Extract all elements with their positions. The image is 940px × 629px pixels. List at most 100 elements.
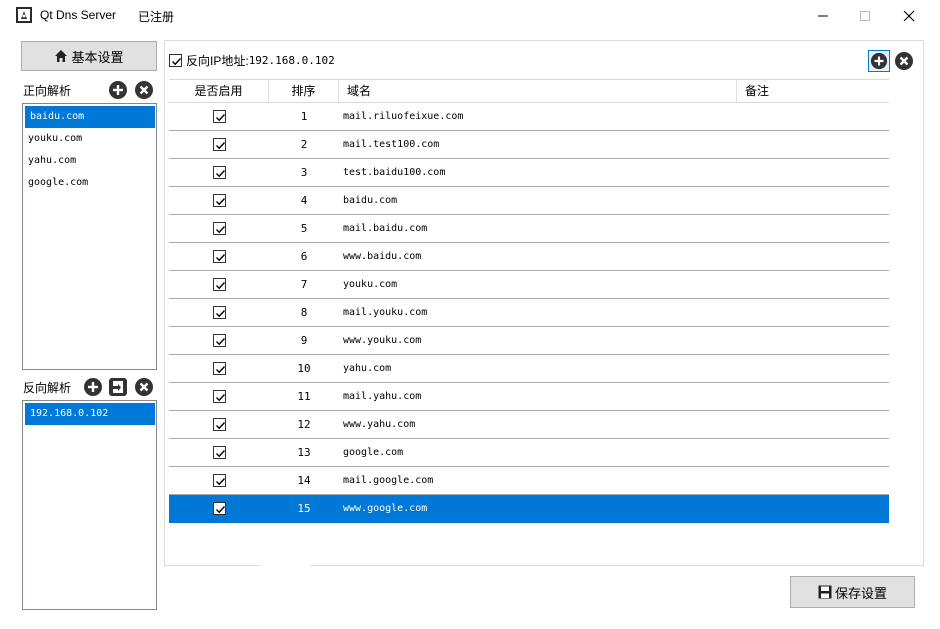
order-cell[interactable]: 7 — [269, 278, 339, 291]
forward-list-item[interactable]: baidu.com — [25, 106, 155, 128]
table-add-button[interactable] — [868, 50, 890, 72]
enabled-cell[interactable] — [169, 278, 269, 291]
enabled-checkbox[interactable] — [212, 306, 226, 319]
order-cell[interactable]: 12 — [269, 418, 339, 431]
reverse-ip-checkbox[interactable] — [169, 54, 182, 67]
enabled-cell[interactable] — [169, 390, 269, 403]
enabled-checkbox[interactable] — [212, 418, 226, 431]
table-row[interactable]: 14 mail.google.com — [169, 467, 889, 495]
order-cell[interactable]: 4 — [269, 194, 339, 207]
order-cell[interactable]: 9 — [269, 334, 339, 347]
enabled-checkbox[interactable] — [212, 502, 226, 515]
forward-remove-button[interactable] — [133, 79, 155, 101]
order-cell[interactable]: 8 — [269, 306, 339, 319]
domain-table[interactable]: 是否启用 排序 域名 备注 1 mail.riluofeixue.com 2 mail… — [169, 79, 889, 523]
enabled-cell[interactable] — [169, 362, 269, 375]
enabled-cell[interactable] — [169, 250, 269, 263]
domain-cell[interactable]: www.baidu.com — [339, 251, 737, 262]
enabled-cell[interactable] — [169, 222, 269, 235]
header-domain[interactable]: 域名 — [339, 80, 737, 102]
enabled-cell[interactable] — [169, 418, 269, 431]
maximize-button[interactable] — [842, 0, 888, 32]
reverse-ip-list[interactable]: 192.168.0.102 — [22, 400, 157, 610]
enabled-cell[interactable] — [169, 138, 269, 151]
table-row[interactable]: 3 test.baidu100.com — [169, 159, 889, 187]
forward-list-item[interactable]: google.com — [23, 172, 156, 194]
enabled-checkbox[interactable] — [212, 362, 226, 375]
domain-cell[interactable]: www.google.com — [339, 503, 737, 514]
reverse-remove-button[interactable] — [133, 376, 155, 398]
domain-cell[interactable]: google.com — [339, 447, 737, 458]
reverse-import-button[interactable] — [107, 376, 129, 398]
enabled-cell[interactable] — [169, 502, 269, 515]
enabled-checkbox[interactable] — [212, 446, 226, 459]
save-settings-button[interactable]: 保存设置 — [790, 576, 915, 608]
order-cell[interactable]: 15 — [269, 502, 339, 515]
table-row[interactable]: 9 www.youku.com — [169, 327, 889, 355]
enabled-checkbox[interactable] — [212, 222, 226, 235]
domain-cell[interactable]: mail.baidu.com — [339, 223, 737, 234]
domain-cell[interactable]: test.baidu100.com — [339, 167, 737, 178]
order-cell[interactable]: 3 — [269, 166, 339, 179]
domain-cell[interactable]: mail.yahu.com — [339, 391, 737, 402]
enabled-cell[interactable] — [169, 194, 269, 207]
close-button[interactable] — [886, 0, 932, 32]
enabled-checkbox[interactable] — [212, 166, 226, 179]
table-row[interactable]: 5 mail.baidu.com — [169, 215, 889, 243]
forward-list-item[interactable]: yahu.com — [23, 150, 156, 172]
enabled-cell[interactable] — [169, 446, 269, 459]
enabled-checkbox[interactable] — [212, 474, 226, 487]
enabled-cell[interactable] — [169, 306, 269, 319]
reverse-ip-checkbox-row[interactable]: 反向IP地址: 192.168.0.102 — [169, 52, 335, 69]
enabled-checkbox[interactable] — [212, 194, 226, 207]
domain-cell[interactable]: www.yahu.com — [339, 419, 737, 430]
order-cell[interactable]: 2 — [269, 138, 339, 151]
enabled-cell[interactable] — [169, 110, 269, 123]
header-enabled[interactable]: 是否启用 — [169, 80, 269, 102]
table-row[interactable]: 1 mail.riluofeixue.com — [169, 103, 889, 131]
order-cell[interactable]: 6 — [269, 250, 339, 263]
table-row[interactable]: 12 www.yahu.com — [169, 411, 889, 439]
domain-cell[interactable]: mail.google.com — [339, 475, 737, 486]
domain-cell[interactable]: www.youku.com — [339, 335, 737, 346]
forward-list-item[interactable]: youku.com — [23, 128, 156, 150]
table-remove-button[interactable] — [893, 50, 915, 72]
domain-cell[interactable]: youku.com — [339, 279, 737, 290]
enabled-cell[interactable] — [169, 166, 269, 179]
table-row[interactable]: 4 baidu.com — [169, 187, 889, 215]
order-cell[interactable]: 11 — [269, 390, 339, 403]
domain-cell[interactable]: mail.riluofeixue.com — [339, 111, 737, 122]
table-row[interactable]: 15 www.google.com — [169, 495, 889, 523]
minimize-button[interactable] — [800, 0, 846, 32]
table-row[interactable]: 11 mail.yahu.com — [169, 383, 889, 411]
enabled-checkbox[interactable] — [212, 278, 226, 291]
enabled-checkbox[interactable] — [212, 110, 226, 123]
enabled-checkbox[interactable] — [212, 390, 226, 403]
table-row[interactable]: 6 www.baidu.com — [169, 243, 889, 271]
header-note[interactable]: 备注 — [737, 80, 889, 102]
table-row[interactable]: 2 mail.test100.com — [169, 131, 889, 159]
enabled-checkbox[interactable] — [212, 138, 226, 151]
enabled-checkbox[interactable] — [212, 250, 226, 263]
order-cell[interactable]: 13 — [269, 446, 339, 459]
domain-cell[interactable]: mail.test100.com — [339, 139, 737, 150]
enabled-cell[interactable] — [169, 334, 269, 347]
domain-cell[interactable]: baidu.com — [339, 195, 737, 206]
order-cell[interactable]: 1 — [269, 110, 339, 123]
domain-cell[interactable]: yahu.com — [339, 363, 737, 374]
header-order[interactable]: 排序 — [269, 80, 339, 102]
reverse-list-item[interactable]: 192.168.0.102 — [25, 403, 155, 425]
basic-settings-button[interactable]: 基本设置 — [21, 41, 157, 71]
domain-cell[interactable]: mail.youku.com — [339, 307, 737, 318]
table-row[interactable]: 8 mail.youku.com — [169, 299, 889, 327]
reverse-add-button[interactable] — [82, 376, 104, 398]
order-cell[interactable]: 14 — [269, 474, 339, 487]
table-row[interactable]: 7 youku.com — [169, 271, 889, 299]
order-cell[interactable]: 10 — [269, 362, 339, 375]
enabled-cell[interactable] — [169, 474, 269, 487]
table-row[interactable]: 13 google.com — [169, 439, 889, 467]
forward-add-button[interactable] — [107, 79, 129, 101]
order-cell[interactable]: 5 — [269, 222, 339, 235]
table-row[interactable]: 10 yahu.com — [169, 355, 889, 383]
enabled-checkbox[interactable] — [212, 334, 226, 347]
